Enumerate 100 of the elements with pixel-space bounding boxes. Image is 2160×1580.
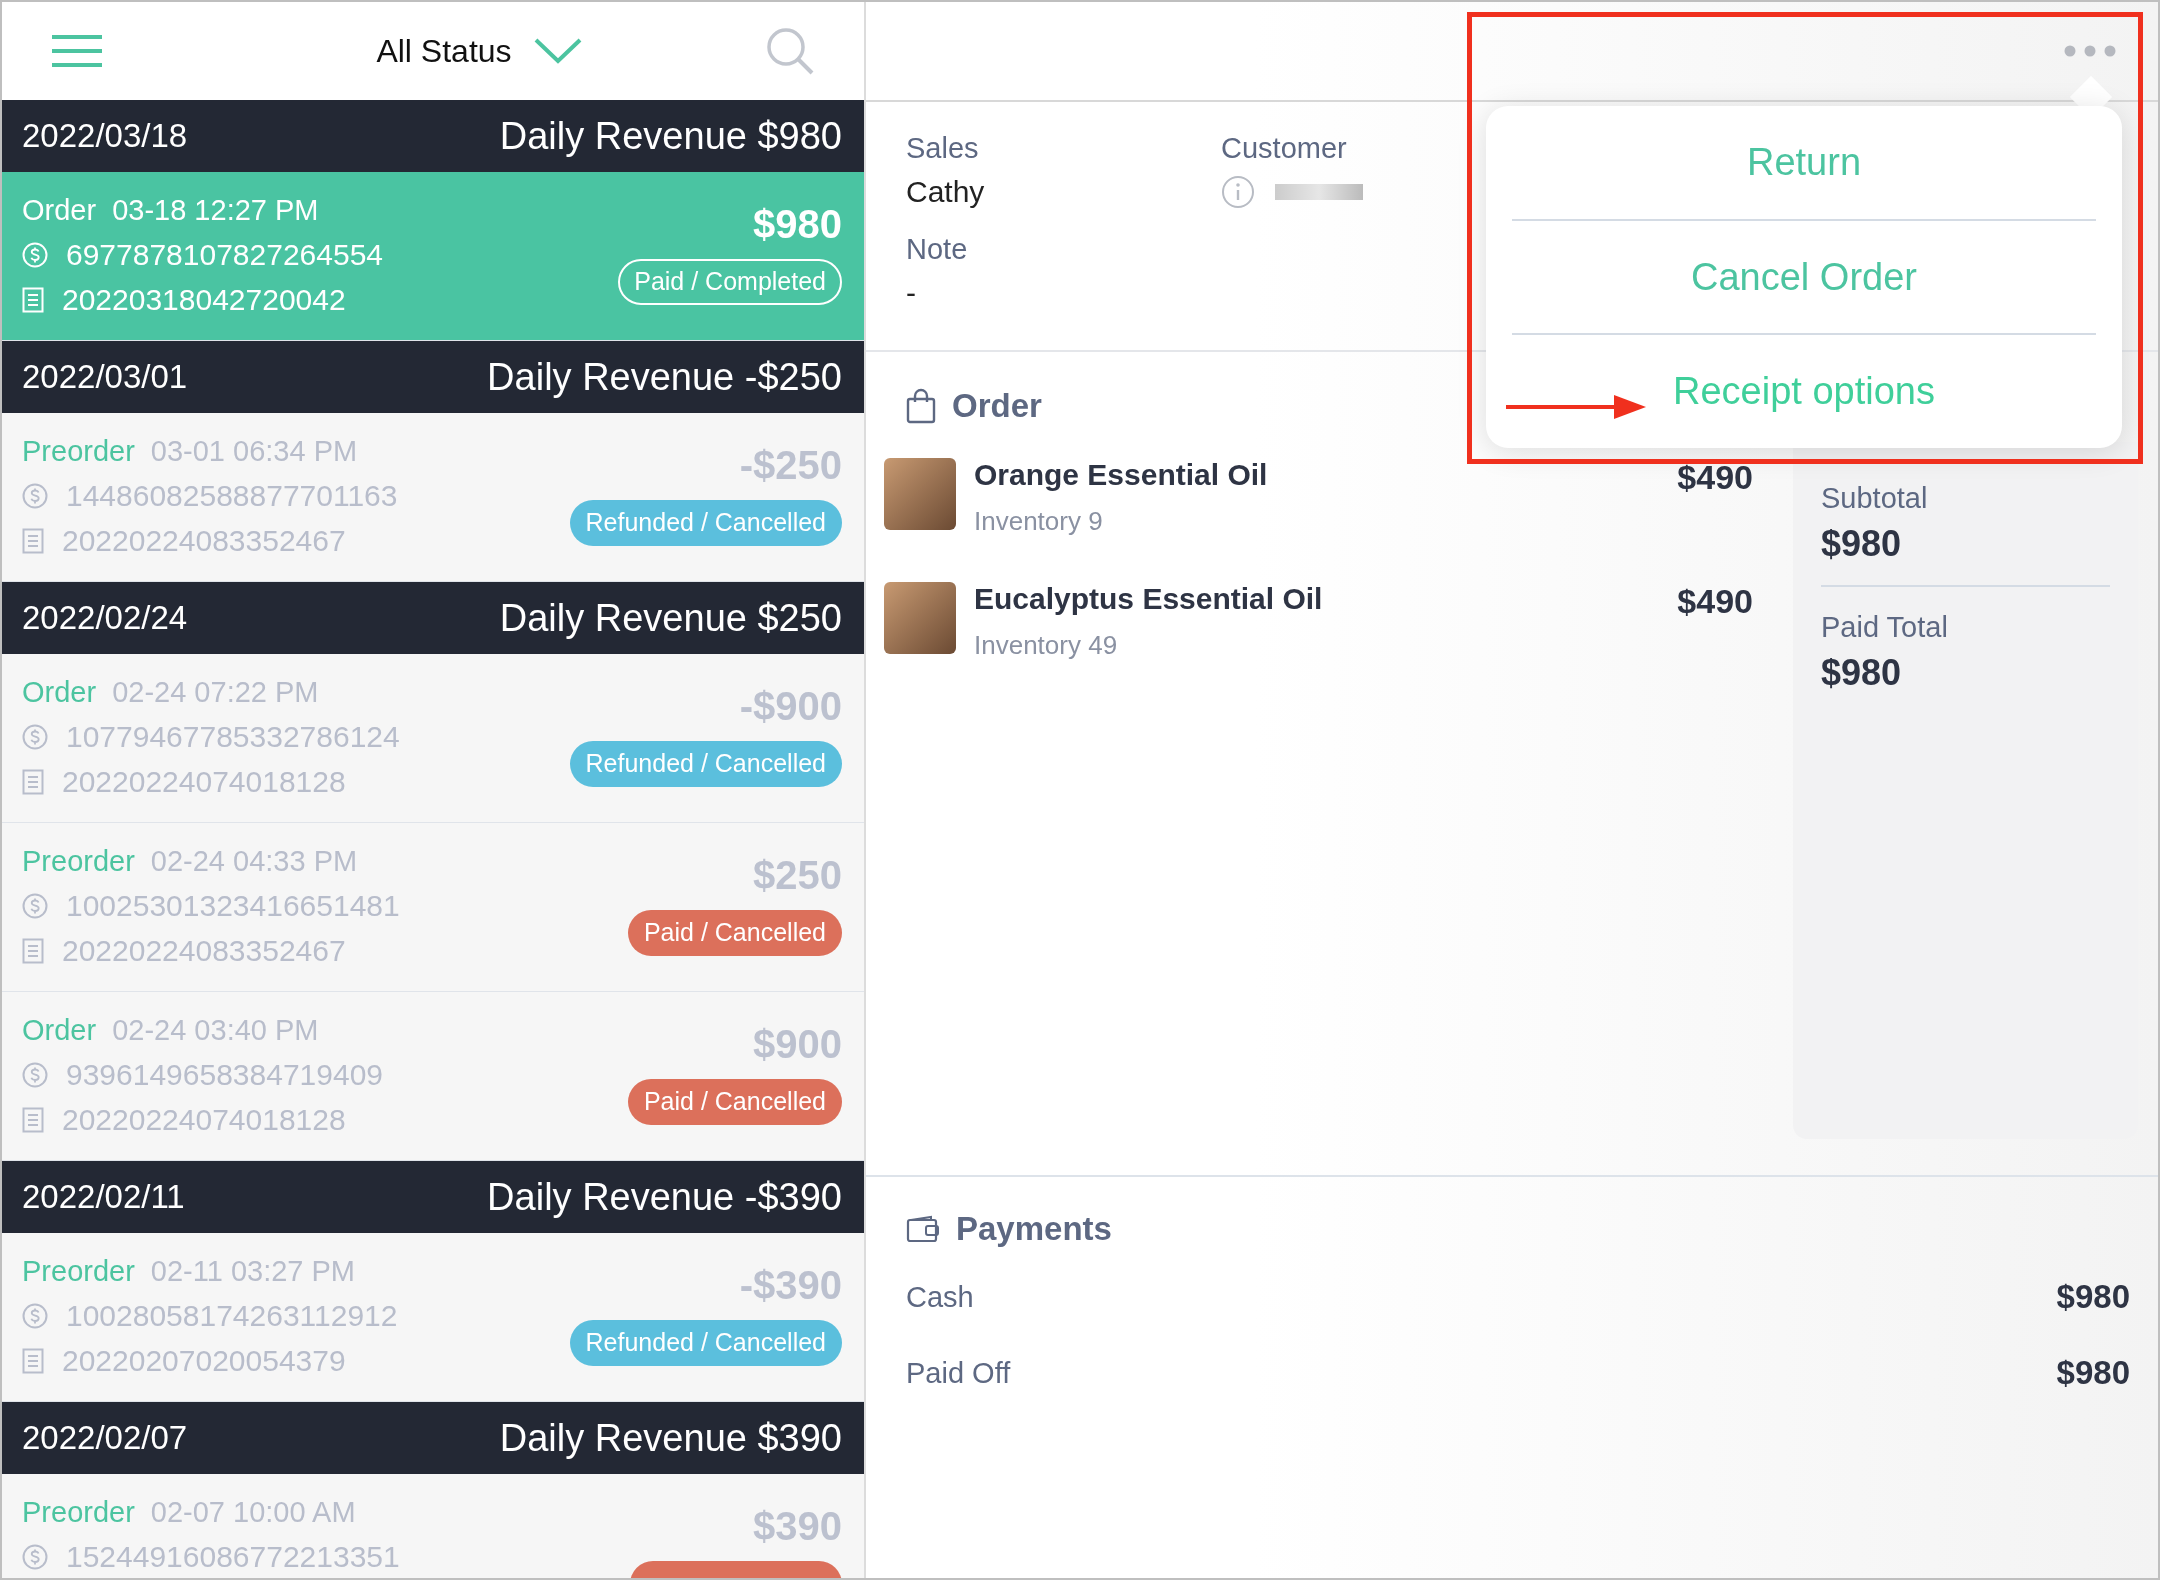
daily-revenue: Daily Revenue $390 <box>499 1416 842 1460</box>
status-badge: Refunded / Cancelled <box>569 500 842 546</box>
status-badge: Paid / Cancelled <box>627 910 842 956</box>
summary-value: $980 <box>1821 652 1903 694</box>
order-type: Order <box>22 1014 97 1047</box>
day-date: 2022/02/24 <box>22 599 188 637</box>
order-time: 02-11 03:27 PM <box>150 1255 356 1288</box>
shopping-bag-icon <box>906 388 936 424</box>
more-icon[interactable] <box>2064 45 2116 57</box>
order-type: Preorder <box>22 1255 135 1288</box>
payment-amount: $980 <box>2056 1354 2130 1392</box>
summary-label: Paid Total <box>1821 611 1949 644</box>
receipt-icon <box>22 287 44 313</box>
receipt-icon <box>22 528 44 554</box>
day-date: 2022/03/01 <box>22 358 188 396</box>
receipt-number: 20220224074018128 <box>62 765 346 799</box>
payment-id: 15244916086772213351 <box>66 1540 400 1574</box>
order-time: 02-24 03:40 PM <box>112 1014 319 1047</box>
order-row[interactable]: Preorder 02-24 04:33 PM 10025301323416651481 20220224083352467 $250 Paid / Cancelled <box>2 823 864 992</box>
order-type: Preorder <box>22 845 135 878</box>
receipt-number: 20220224083352467 <box>62 524 346 558</box>
payment-id: 10779467785332786124 <box>66 720 400 754</box>
day-date: 2022/02/07 <box>22 1419 188 1457</box>
order-type: Preorder <box>22 1496 135 1529</box>
order-row[interactable]: Preorder 02-07 10:00 AM 15244916086772213351 $390 <box>2 1474 864 1578</box>
menu-item[interactable]: Cancel Order <box>1512 220 2096 334</box>
order-type: Order <box>22 676 97 709</box>
order-row[interactable]: Order 02-24 07:22 PM 10779467785332786124 20220224074018128 -$900 Refunded / Cancelled <box>2 654 864 823</box>
day-date: 2022/03/18 <box>22 117 188 155</box>
product-price: $490 <box>1677 458 1753 497</box>
day-date: 2022/02/11 <box>22 1178 185 1216</box>
menu-item[interactable]: Return <box>1512 106 2096 219</box>
status-filter-dropdown[interactable]: All Status <box>376 32 582 70</box>
order-time: 02-24 04:33 PM <box>150 845 358 878</box>
product-photo-placeholder <box>884 582 956 654</box>
summary-label: Subtotal <box>1821 482 1929 515</box>
payment-label: Paid Off <box>906 1356 1011 1390</box>
status-badge: Paid / Cancelled <box>627 1079 842 1125</box>
receipt-number: 20220224083352467 <box>62 934 346 968</box>
order-row[interactable]: Preorder 03-01 06:34 PM 14486082588877701163 20220224083352467 -$250 Refunded / Cancelled <box>2 413 864 582</box>
summary-value: $980 <box>1821 523 1903 565</box>
payment-id: 10028058174263112912 <box>66 1299 398 1333</box>
wallet-icon <box>906 1215 940 1243</box>
sales-name: Cathy <box>906 175 986 209</box>
order-type: Preorder <box>22 435 135 468</box>
receipt-number: 20220318042720042 <box>62 283 346 317</box>
inventory-count: Inventory 9 <box>974 506 1103 537</box>
order-time: 03-18 12:27 PM <box>112 194 319 227</box>
status-badge: Paid / Completed <box>618 259 842 305</box>
customer-label: Customer <box>1221 132 1348 165</box>
order-amount: $250 <box>753 853 842 898</box>
search-icon[interactable] <box>766 27 814 75</box>
receipt-number: 20220224074018128 <box>62 1103 346 1137</box>
receipt-icon <box>22 938 44 964</box>
receipt-icon <box>22 1348 44 1374</box>
dollar-circle-icon <box>22 1544 48 1570</box>
order-time: 03-01 06:34 PM <box>150 435 358 468</box>
status-badge: Refunded / Cancelled <box>569 741 842 787</box>
status-badge: Refunded / Cancelled <box>569 1320 842 1366</box>
receipt-number: 20220207020054379 <box>62 1344 346 1378</box>
receipt-icon <box>22 1107 44 1133</box>
order-time: 02-24 07:22 PM <box>112 676 319 709</box>
payment-id: 9396149658384719409 <box>66 1058 383 1092</box>
payments-heading: Payments <box>956 1210 1112 1248</box>
chevron-down-icon <box>533 38 582 64</box>
order-amount: -$390 <box>739 1263 842 1308</box>
payment-id: 14486082588877701163 <box>66 479 398 513</box>
dollar-circle-icon <box>22 483 48 509</box>
dollar-circle-icon <box>22 724 48 750</box>
order-amount: $980 <box>753 202 842 247</box>
order-row[interactable]: Preorder 02-11 03:27 PM 10028058174263112912 20220207020054379 -$390 Refunded / Cancelled <box>2 1233 864 1402</box>
daily-revenue: Daily Revenue $250 <box>499 596 842 640</box>
order-type: Order <box>22 194 97 227</box>
payment-label: Cash <box>906 1280 974 1314</box>
product-price: $490 <box>1677 582 1753 621</box>
payment-amount: $980 <box>2056 1278 2130 1316</box>
inventory-count: Inventory 49 <box>974 630 1118 661</box>
daily-revenue: Daily Revenue -$390 <box>487 1175 842 1219</box>
order-amount: $900 <box>753 1022 842 1067</box>
payment-id: 10025301323416651481 <box>66 889 400 923</box>
dollar-circle-icon <box>22 893 48 919</box>
daily-revenue: Daily Revenue $980 <box>499 114 842 158</box>
daily-revenue: Daily Revenue -$250 <box>487 355 842 399</box>
note-value: - <box>906 276 917 310</box>
menu-item[interactable]: Receipt options <box>1512 335 2096 449</box>
receipt-icon <box>22 769 44 795</box>
order-time: 02-07 10:00 AM <box>150 1496 356 1529</box>
payment-id: 6977878107827264554 <box>66 238 383 272</box>
sales-label: Sales <box>906 132 980 165</box>
product-name: Orange Essential Oil <box>974 458 1268 492</box>
order-row[interactable]: Order 03-18 12:27 PM 6977878107827264554 20220318042720042 $980 Paid / Completed <box>2 172 864 341</box>
product-name: Eucalyptus Essential Oil <box>974 582 1323 616</box>
info-icon[interactable] <box>1221 175 1255 209</box>
dollar-circle-icon <box>22 242 48 268</box>
product-photo-placeholder <box>884 458 956 530</box>
dollar-circle-icon <box>22 1303 48 1329</box>
order-row[interactable]: Order 02-24 03:40 PM 9396149658384719409 20220224074018128 $900 Paid / Cancelled <box>2 992 864 1161</box>
menu-icon[interactable] <box>52 34 102 68</box>
order-heading: Order <box>952 387 1042 425</box>
dollar-circle-icon <box>22 1062 48 1088</box>
